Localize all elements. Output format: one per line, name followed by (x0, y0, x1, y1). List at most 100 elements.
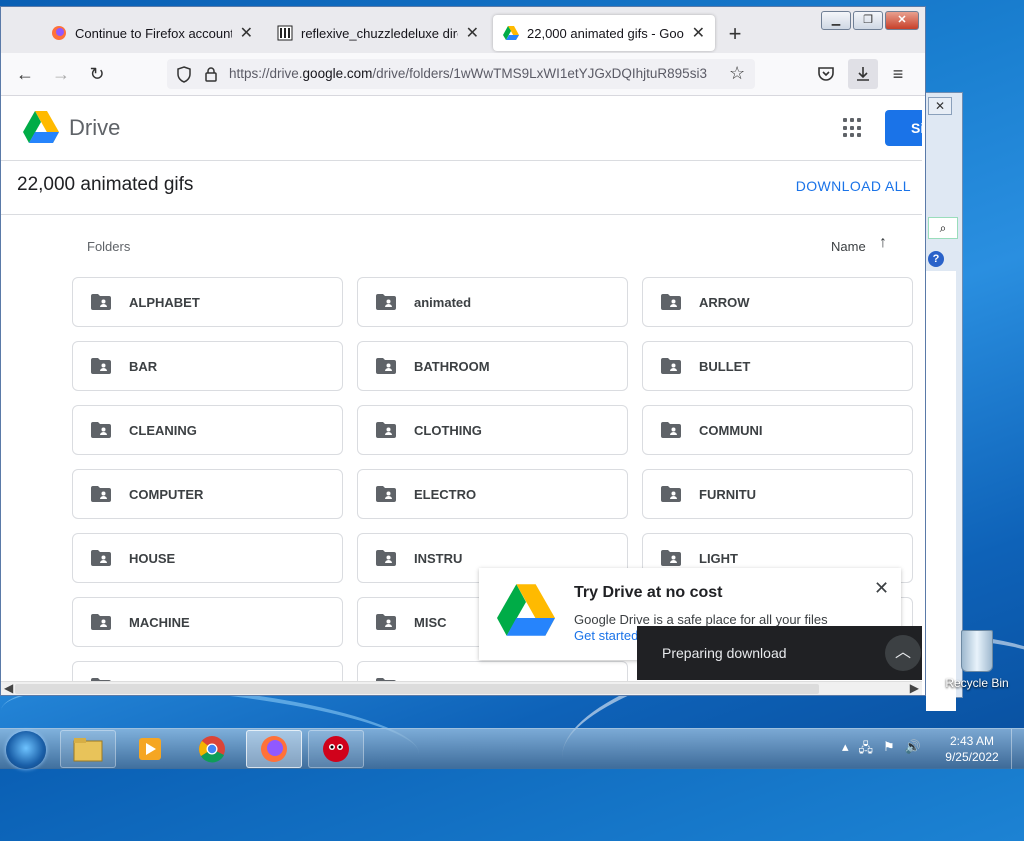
reload-button[interactable]: ↻ (86, 63, 108, 85)
back-button[interactable]: ← (14, 63, 36, 85)
tab-title: Continue to Firefox accounts (75, 25, 232, 41)
folder-card[interactable]: HOUSE (72, 533, 343, 583)
scrollbar-thumb[interactable] (15, 684, 819, 694)
shared-folder-icon (91, 550, 111, 566)
close-tab-icon[interactable]: ✕ (692, 23, 705, 43)
folder-card[interactable] (72, 661, 343, 681)
clock[interactable]: 2:43 AM 9/25/2022 (940, 733, 1004, 765)
start-button[interactable] (6, 731, 46, 769)
lock-icon[interactable] (204, 66, 218, 82)
media-player-taskbar-icon[interactable] (122, 730, 178, 768)
volume-icon[interactable]: 🔊 (905, 739, 921, 761)
sign-in-button[interactable]: Si (885, 110, 922, 146)
folder-card[interactable]: CLEANING (72, 405, 343, 455)
taskbar: ▴ 🖧 ⚑ 🔊 2:43 AM 9/25/2022 (0, 728, 1024, 769)
close-tab-icon[interactable]: ✕ (466, 23, 479, 43)
url-text[interactable]: https://drive.google.com/drive/folders/1… (229, 66, 719, 81)
folder-card[interactable]: animated (357, 277, 628, 327)
new-tab-button[interactable]: + (723, 21, 747, 47)
folder-name: CLEANING (129, 423, 197, 438)
get-started-link[interactable]: Get started (574, 628, 638, 643)
drive-app-name[interactable]: Drive (69, 115, 120, 141)
chrome-taskbar-icon[interactable] (184, 730, 240, 768)
tab-firefox-accounts[interactable]: Continue to Firefox accounts ✕ (41, 15, 263, 51)
url-domain: google.com (302, 66, 373, 81)
tab-bar: Continue to Firefox accounts ✕ reflexive… (1, 7, 925, 53)
folder-name: BULLET (699, 359, 751, 374)
tab-title: reflexive_chuzzledeluxe director (301, 25, 458, 41)
close-icon[interactable]: ✕ (874, 578, 889, 599)
system-tray: ▴ 🖧 ⚑ 🔊 (842, 739, 921, 761)
shared-folder-icon (91, 358, 111, 374)
scroll-right-icon[interactable]: ▶ (910, 681, 919, 695)
network-icon[interactable]: 🖧 (859, 739, 874, 761)
shared-folder-icon (91, 614, 111, 630)
google-drive-icon (503, 26, 519, 40)
help-icon[interactable]: ? (928, 251, 944, 267)
folder-name: CLOTHING (414, 423, 482, 438)
recycle-bin[interactable]: Recycle Bin (942, 630, 1012, 690)
folder-card[interactable]: CLOTHING (357, 405, 628, 455)
firefox-taskbar-icon[interactable] (246, 730, 302, 768)
download-all-button[interactable]: DOWNLOAD ALL (796, 178, 911, 194)
action-center-flag-icon[interactable]: ⚑ (883, 739, 895, 761)
pocket-icon[interactable] (817, 65, 835, 83)
folder-name: ALPHABET (129, 295, 200, 310)
shared-folder-icon (376, 422, 396, 438)
file-explorer-taskbar-icon[interactable] (60, 730, 116, 768)
folder-name: ELECTRO (414, 487, 477, 502)
shared-folder-icon (376, 486, 396, 502)
folder-card[interactable]: ARROW (642, 277, 913, 327)
maximize-button[interactable]: ❐ (853, 11, 883, 30)
background-window[interactable]: ✕ ⌕ ? (926, 92, 963, 711)
folder-card[interactable]: BULLET (642, 341, 913, 391)
close-tab-icon[interactable]: ✕ (240, 23, 253, 43)
google-drive-logo (497, 584, 555, 636)
shared-folder-icon (376, 614, 396, 630)
chevron-up-icon[interactable]: ︿ (885, 635, 921, 671)
shared-folder-icon (661, 550, 681, 566)
folder-title-row: 22,000 animated gifs DOWNLOAD ALL (1, 160, 922, 215)
folder-card[interactable]: BAR (72, 341, 343, 391)
sort-ascending-icon[interactable]: ↑ (879, 234, 887, 252)
folder-card[interactable] (357, 661, 628, 681)
folder-card[interactable]: MACHINE (72, 597, 343, 647)
folder-card[interactable]: ALPHABET (72, 277, 343, 327)
tab-directory[interactable]: reflexive_chuzzledeluxe director ✕ (267, 15, 489, 51)
tab-google-drive[interactable]: 22,000 animated gifs - Google D ✕ (493, 15, 715, 51)
recycle-bin-icon (961, 630, 993, 672)
folder-card[interactable]: COMPUTER (72, 469, 343, 519)
close-window-button[interactable]: ✕ (885, 11, 919, 30)
bookmark-star-icon[interactable]: ☆ (729, 63, 745, 84)
shield-icon[interactable] (176, 66, 192, 83)
downloads-button[interactable] (848, 59, 878, 89)
folder-card[interactable]: BATHROOM (357, 341, 628, 391)
clock-date: 9/25/2022 (945, 750, 999, 764)
horizontal-scrollbar[interactable]: ◀ ▶ (1, 681, 922, 695)
close-icon[interactable]: ✕ (928, 97, 952, 115)
menu-icon[interactable]: ≡ (887, 63, 909, 85)
folder-name: HOUSE (129, 551, 176, 566)
drive-header: Drive Si (1, 96, 922, 161)
minimize-button[interactable]: ▁ (821, 11, 851, 30)
app-taskbar-icon[interactable] (308, 730, 364, 768)
forward-button[interactable]: → (50, 63, 72, 85)
address-bar[interactable]: https://drive.google.com/drive/folders/1… (167, 59, 755, 89)
shared-folder-icon (376, 294, 396, 310)
chrome-icon (199, 736, 225, 763)
folder-card[interactable]: ELECTRO (357, 469, 628, 519)
toast-message: Preparing download (662, 645, 787, 661)
show-hidden-icons-icon[interactable]: ▴ (842, 739, 849, 761)
search-icon[interactable]: ⌕ (928, 217, 958, 239)
folder-card[interactable]: FURNITU (642, 469, 913, 519)
promo-title: Try Drive at no cost (574, 584, 723, 601)
folder-card[interactable]: COMMUNI (642, 405, 913, 455)
navigation-toolbar: ← → ↻ https://drive.google.com/drive/fol… (1, 53, 925, 96)
google-drive-logo[interactable] (23, 110, 59, 144)
scroll-left-icon[interactable]: ◀ (4, 681, 13, 695)
show-desktop-button[interactable] (1011, 729, 1024, 769)
download-toast: Preparing download ︿ (637, 626, 922, 680)
sort-by-name-button[interactable]: Name (831, 239, 866, 254)
folder-name: BATHROOM (414, 359, 490, 374)
google-apps-icon[interactable] (843, 118, 863, 138)
